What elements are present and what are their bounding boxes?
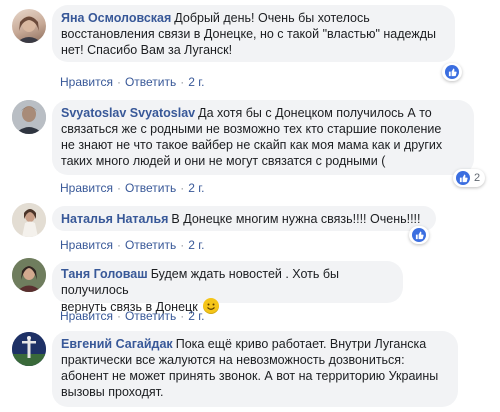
avatar-photo [12, 258, 46, 292]
like-link[interactable]: Нравится [60, 238, 113, 252]
comment-author[interactable]: Наталья Наталья [61, 212, 168, 226]
reply-link[interactable]: Ответить [125, 309, 176, 323]
separator-dot: · [116, 238, 121, 252]
reply-link[interactable]: Ответить [125, 181, 176, 195]
comment-timestamp[interactable]: 2 г. [188, 75, 204, 89]
comment-timestamp[interactable]: 2 г. [188, 181, 204, 195]
separator-dot: · [180, 75, 185, 89]
thumbs-up-icon [412, 228, 426, 242]
comment-bubble: Таня Головаш Будем ждать новостей . Хоть … [52, 261, 403, 314]
avatar-photo [16, 16, 42, 43]
comment-text-line: Добрый день! Очень бы хотелось [174, 11, 370, 25]
comment-text-line: абонент не может принять звонок. А вот н… [61, 369, 439, 383]
like-link[interactable]: Нравится [60, 75, 113, 89]
comment-bubble: Яна Осмоловская Добрый день! Очень бы хот… [52, 5, 455, 62]
comment-text-line: В Донецке многим нужна связь!!!! Очень!!… [171, 212, 421, 226]
avatar[interactable] [12, 258, 46, 292]
thumbs-up-icon [445, 65, 459, 79]
avatar-photo [12, 332, 46, 366]
comment-text-line: восстановления связи в Донецке, но с так… [61, 27, 436, 41]
reaction-badge[interactable] [442, 63, 462, 81]
comment-bubble: Svyatoslav Svyatoslav Да хотя бы с Донецк… [52, 100, 474, 175]
separator-dot: · [180, 181, 185, 195]
reaction-badge[interactable] [409, 226, 429, 244]
comment-author[interactable]: Евгений Сагайдак [61, 337, 173, 351]
separator-dot: · [116, 309, 121, 323]
comment-actions: Нравится · Ответить · 2 г. [60, 309, 205, 323]
avatar-photo [12, 203, 46, 237]
separator-dot: · [116, 181, 121, 195]
comment-text-line: практически все жалуются на невозможност… [61, 353, 405, 367]
comment-bubble: Евгений Сагайдак Пока ещё криво работает.… [52, 331, 458, 407]
reaction-count: 2 [474, 172, 481, 184]
separator-dot: · [116, 75, 121, 89]
avatar[interactable] [12, 332, 46, 366]
reply-link[interactable]: Ответить [125, 75, 176, 89]
avatar[interactable] [12, 203, 46, 237]
comment-timestamp[interactable]: 2 г. [188, 238, 204, 252]
comment-timestamp[interactable]: 2 г. [188, 309, 204, 323]
comment-bubble: Наталья Наталья В Донецке многим нужна св… [52, 206, 436, 231]
reply-link[interactable]: Ответить [125, 238, 176, 252]
comment-actions: Нравится · Ответить · 2 г. [60, 238, 205, 252]
avatar[interactable] [12, 100, 46, 134]
like-link[interactable]: Нравится [60, 181, 113, 195]
comment-text-line: Да хотя бы с Донецком получилось А то [198, 106, 432, 120]
comment-text-line: не знают не что такое вайбер не скайп ка… [61, 138, 443, 152]
comment-author[interactable]: Таня Головаш [61, 267, 148, 281]
separator-dot: · [180, 309, 185, 323]
like-link[interactable]: Нравится [60, 309, 113, 323]
comment-actions: Нравится · Ответить · 2 г. [60, 181, 205, 195]
thumbs-up-icon [456, 171, 470, 185]
comment-author[interactable]: Svyatoslav Svyatoslav [61, 106, 195, 120]
comment-actions: Нравится · Ответить · 2 г. [60, 75, 205, 89]
avatar-photo [12, 100, 46, 134]
comment-text-line: нет! Спасибо Вам за Луганск! [61, 43, 233, 57]
avatar[interactable] [12, 9, 46, 43]
comment-text-line: Пока ещё криво работает. Внутри Луганска [175, 337, 427, 351]
smile-emoji-icon [203, 298, 220, 314]
comment-text-line: связаться же с родными не возможно тех к… [61, 122, 442, 136]
comment-text-line: таких много людей и они не могут связатс… [61, 154, 386, 168]
reaction-badge[interactable]: 2 [453, 169, 486, 187]
comment-author[interactable]: Яна Осмоловская [61, 11, 171, 25]
comment-text-line: вызовы проходят. [61, 385, 164, 399]
separator-dot: · [180, 238, 185, 252]
